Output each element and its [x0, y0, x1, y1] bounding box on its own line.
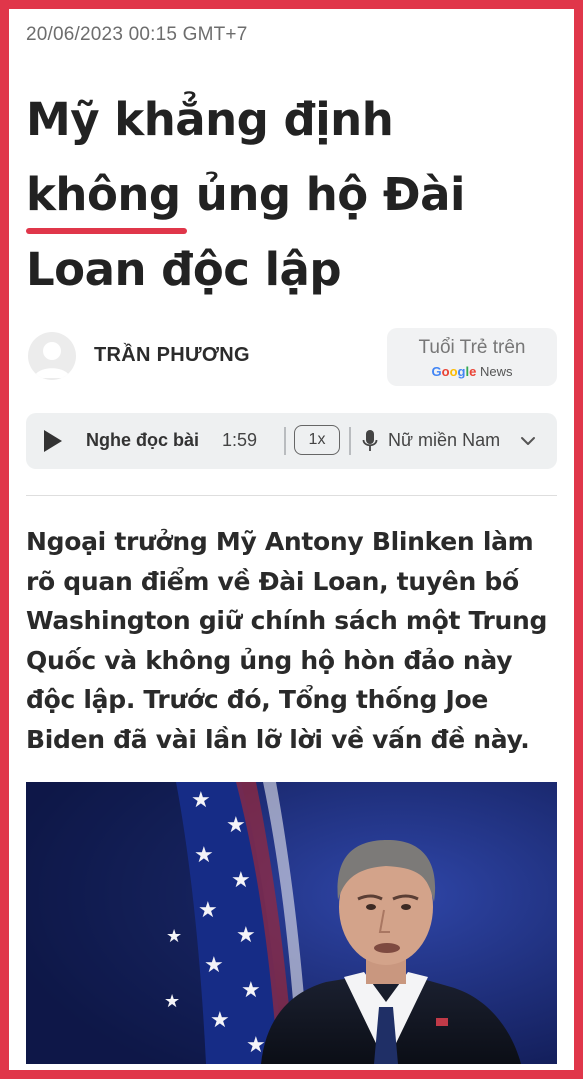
svg-text:★: ★ — [194, 843, 214, 868]
audio-duration: 1:59 — [222, 430, 258, 450]
svg-text:★: ★ — [166, 926, 182, 947]
svg-text:★: ★ — [231, 868, 251, 893]
svg-text:★: ★ — [236, 923, 256, 948]
google-news-logo: Google News — [387, 364, 557, 379]
svg-text:★: ★ — [191, 788, 211, 813]
svg-text:★: ★ — [198, 898, 218, 923]
listen-label[interactable]: Nghe đọc bài — [86, 430, 199, 451]
title-highlight: không — [26, 157, 187, 234]
svg-text:★: ★ — [204, 953, 224, 978]
article-title: Mỹ khẳng định không ủng hộ Đài Loan độc … — [26, 82, 557, 307]
article-lead: Ngoại trưởng Mỹ Antony Blinken làm rõ qu… — [26, 527, 548, 754]
svg-text:★: ★ — [164, 991, 180, 1012]
svg-text:★: ★ — [226, 813, 246, 838]
voice-select[interactable]: Nữ miền Nam — [388, 430, 500, 451]
author-row: TRẦN PHƯƠNG Tuổi Trẻ trên Google News — [26, 328, 557, 386]
news-word: News — [476, 364, 513, 379]
article-photo[interactable]: ★ ★ ★ ★ ★ ★ ★ ★ ★ ★ ★ ★ — [26, 782, 557, 1064]
google-news-label: Tuổi Trẻ trên — [418, 337, 526, 358]
play-icon[interactable] — [42, 429, 64, 453]
divider — [284, 427, 286, 455]
google-news-follow-button[interactable]: Tuổi Trẻ trên Google News — [387, 328, 557, 386]
google-wordmark: Google — [431, 364, 477, 379]
section-divider — [26, 495, 557, 496]
svg-text:★: ★ — [241, 978, 261, 1003]
divider — [349, 427, 351, 455]
audio-player: Nghe đọc bài 1:59 1x Nữ miền Nam — [26, 413, 557, 469]
playback-speed-button[interactable]: 1x — [294, 425, 340, 455]
author-name[interactable]: TRẦN PHƯƠNG — [94, 344, 250, 367]
chevron-down-icon[interactable] — [520, 433, 536, 449]
avatar-placeholder-icon — [28, 332, 76, 380]
title-part-1: Mỹ khẳng định — [26, 93, 394, 146]
mic-icon — [362, 430, 378, 451]
article-timestamp: 20/06/2023 00:15 GMT+7 — [26, 24, 248, 45]
svg-text:★: ★ — [210, 1008, 230, 1033]
